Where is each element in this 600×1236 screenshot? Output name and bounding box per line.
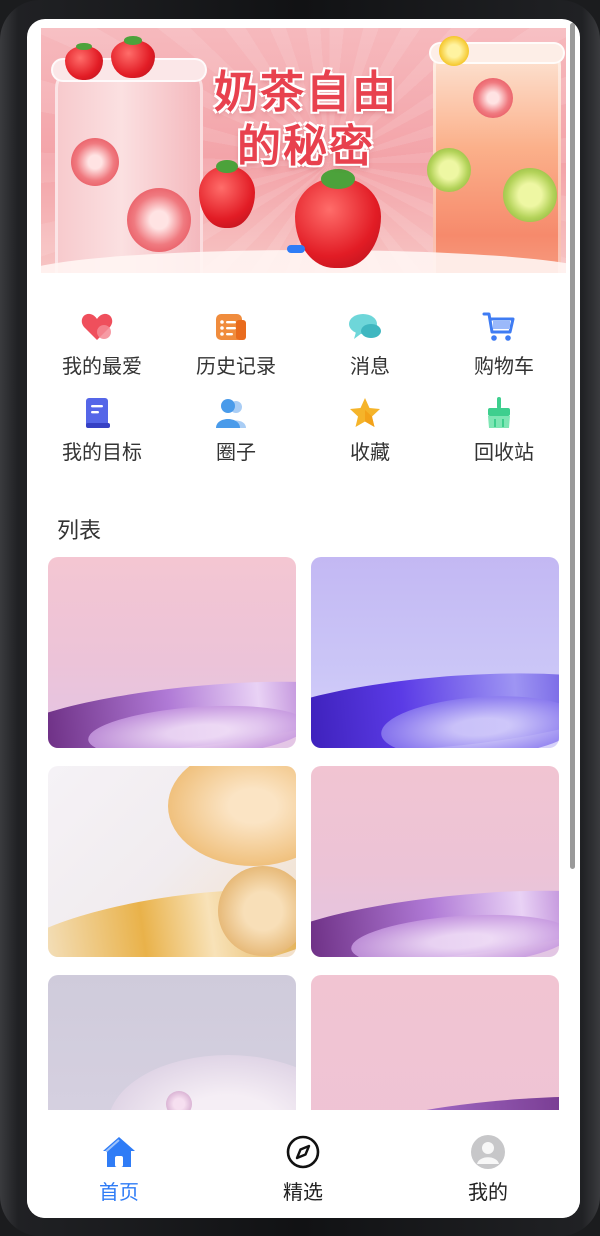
tab-home[interactable]: 首页 [59,1134,179,1205]
watermelon-cube [473,78,513,118]
menu-item-history[interactable]: 历史记录 [161,304,299,384]
tab-label: 我的 [468,1180,508,1204]
avatar-icon [470,1134,506,1170]
group-icon [214,396,248,430]
bottom-tab-bar: 首页 精选 我的 [27,1110,580,1218]
menu-item-label: 圈子 [216,440,256,464]
strawberry-slice [127,188,191,252]
tab-label: 精选 [283,1180,323,1204]
menu-item-circle[interactable]: 圈子 [161,390,299,470]
fruit-tea-cup-right [427,42,565,273]
tab-mine[interactable]: 我的 [428,1134,548,1205]
menu-item-label: 我的目标 [62,440,142,464]
lime-slice [503,168,557,222]
banner-title-line1: 奶茶自由 [214,67,398,118]
menu-item-collection[interactable]: 收藏 [295,390,433,470]
promo-banner[interactable]: 奶茶自由 的秘密 [41,28,566,273]
star-icon [348,396,382,430]
menu-item-cart[interactable]: 购物车 [429,304,567,384]
menu-item-favorites[interactable]: 我的最爱 [27,304,165,384]
strawberry-slice [71,138,119,186]
heart-icon [80,310,114,344]
menu-item-label: 消息 [350,354,390,378]
menu-item-label: 我的最爱 [62,354,142,378]
lime-slice [427,148,471,192]
list-card[interactable] [311,766,559,957]
app-screen: 奶茶自由 的秘密 我的最爱 历史记录 消息 购物车 我的目标 圈子 收藏 回收站… [27,19,580,1218]
list-card[interactable] [48,557,296,748]
carousel-indicator-dot[interactable] [287,245,305,253]
list-card[interactable] [311,557,559,748]
broom-icon [482,396,516,430]
compass-icon [285,1134,321,1170]
tab-label: 首页 [99,1180,139,1204]
tab-featured[interactable]: 精选 [243,1134,363,1205]
strawberry-garnish [111,36,155,78]
menu-item-label: 历史记录 [196,354,276,378]
section-title: 列表 [57,519,102,544]
strawberry [199,159,255,228]
lemon-garnish [439,36,469,66]
menu-item-recycle-bin[interactable]: 回收站 [429,390,567,470]
menu-item-label: 回收站 [474,440,534,464]
list-card[interactable] [48,766,296,957]
milk-tea-cup-left [51,58,207,273]
banner-title-line2: 的秘密 [237,121,375,172]
menu-item-label: 收藏 [350,440,390,464]
home-icon [101,1134,137,1170]
strawberry-garnish [65,42,103,80]
strawberry [295,169,381,268]
history-icon [214,310,248,344]
target-book-icon [80,396,114,430]
menu-item-messages[interactable]: 消息 [295,304,433,384]
scrollbar[interactable] [570,23,575,869]
device-frame: 奶茶自由 的秘密 我的最爱 历史记录 消息 购物车 我的目标 圈子 收藏 回收站… [0,0,600,1236]
cart-icon [482,310,516,344]
banner-title: 奶茶自由 的秘密 [201,66,411,174]
menu-item-label: 购物车 [474,354,534,378]
message-icon [348,310,382,344]
menu-item-goals[interactable]: 我的目标 [27,390,165,470]
